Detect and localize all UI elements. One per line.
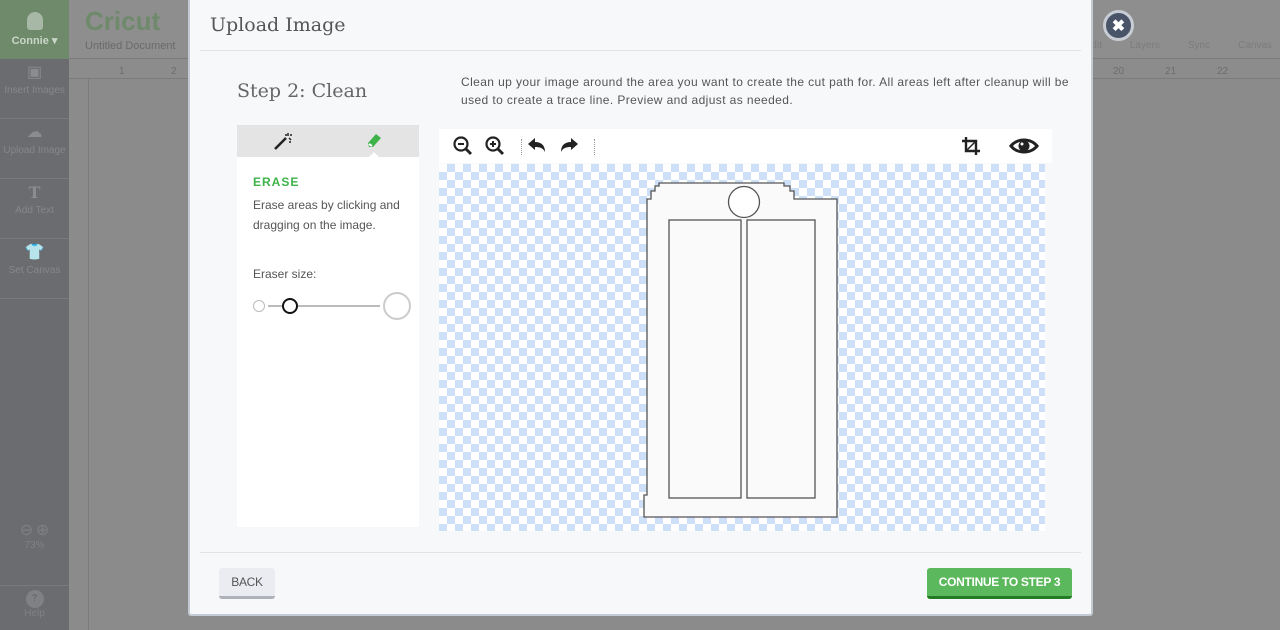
user-menu[interactable]: Connie ▾	[0, 0, 69, 59]
layers-button[interactable]: Layers	[1130, 40, 1160, 51]
redo-icon[interactable]	[558, 135, 580, 157]
zoom-out-icon[interactable]	[452, 135, 474, 157]
zoom-level: 73%	[24, 540, 45, 551]
help-icon: ?	[25, 590, 44, 608]
toolbar-divider	[594, 139, 595, 155]
upload-image-modal: Upload Image Step 2: Clean Clean up your…	[188, 0, 1093, 616]
preview-eye-icon[interactable]	[1008, 135, 1040, 157]
undo-icon[interactable]	[526, 135, 548, 157]
slider-handle[interactable]	[282, 298, 299, 314]
close-modal-button[interactable]: ✖	[1103, 10, 1134, 41]
editor-toolbar	[439, 129, 1052, 163]
sidebar-label: Upload Image	[3, 145, 66, 156]
magic-wand-icon	[273, 133, 292, 150]
large-size-icon	[383, 292, 411, 320]
divider	[200, 552, 1081, 553]
back-button[interactable]: BACK	[219, 568, 275, 599]
ruler-tick-label: 22	[1217, 66, 1229, 77]
zoom-in-icon[interactable]	[484, 135, 506, 157]
canvas-button[interactable]: Canvas	[1238, 40, 1272, 51]
sidebar-item-upload-image[interactable]: ☁ Upload Image	[0, 119, 69, 179]
image-editor	[439, 129, 1052, 531]
help-button[interactable]: ? Help	[0, 585, 69, 619]
ruler-tick-label: 21	[1165, 66, 1177, 77]
text-icon: T	[28, 183, 41, 202]
user-name: Connie	[11, 35, 49, 47]
sync-button[interactable]: Sync	[1188, 40, 1210, 51]
sidebar-label: Add Text	[15, 205, 54, 216]
small-size-icon	[253, 300, 265, 312]
tab-magic-wand[interactable]	[237, 125, 328, 157]
toolbar-divider	[521, 139, 522, 155]
instructions: Clean up your image around the area you …	[461, 75, 1069, 107]
close-icon: ✖	[1111, 17, 1126, 35]
document-name: Untitled Document	[85, 40, 176, 52]
modal-title: Upload Image	[210, 14, 346, 36]
zoom-out-icon[interactable]: ⊖	[20, 522, 33, 539]
erase-description: Erase areas by clicking and dragging on …	[253, 198, 400, 232]
tool-panel: ERASE Erase areas by clicking and draggi…	[237, 125, 419, 527]
cloud-upload-icon: ☁	[26, 124, 43, 141]
eraser-icon	[367, 134, 381, 147]
image-canvas[interactable]	[439, 164, 1045, 531]
continue-button[interactable]: CONTINUE TO STEP 3	[927, 568, 1072, 599]
uploaded-image	[643, 182, 838, 518]
ruler-tick-label: 1	[119, 66, 125, 77]
sidebar-label: Insert Images	[4, 85, 65, 96]
step-title: Step 2: Clean	[237, 80, 368, 102]
zoom-control: ⊖ ⊕ 73%	[0, 520, 69, 551]
divider	[200, 50, 1081, 51]
tool-tabs	[237, 125, 419, 158]
cricut-logo: Cricut	[85, 6, 161, 36]
sidebar-label: Set Canvas	[8, 265, 61, 276]
tab-eraser[interactable]	[328, 125, 419, 158]
sidebar-item-add-text[interactable]: T Add Text	[0, 179, 69, 239]
eraser-size-slider[interactable]	[253, 291, 411, 321]
sidebar-item-insert-images[interactable]: ▣ Insert Images	[0, 59, 69, 119]
erase-heading: ERASE	[253, 175, 300, 189]
ruler-tick-label: 20	[1113, 66, 1125, 77]
app-sidebar: Connie ▾ ▣ Insert Images ☁ Upload Image TA…	[0, 0, 69, 630]
image-icon: ▣	[26, 64, 43, 81]
zoom-in-icon[interactable]: ⊕	[36, 522, 49, 539]
user-icon	[26, 12, 43, 30]
ruler-left	[69, 79, 89, 630]
help-label: Help	[24, 608, 45, 619]
eraser-size-label: Eraser size:	[253, 267, 317, 281]
shirt-icon: 👕	[24, 244, 45, 261]
crop-icon[interactable]	[960, 135, 982, 157]
ruler-tick-label: 2	[171, 66, 177, 77]
top-right-menu: Edit Layers Sync Canvas	[1085, 40, 1272, 51]
sidebar-item-set-canvas[interactable]: 👕 Set Canvas	[0, 239, 69, 299]
